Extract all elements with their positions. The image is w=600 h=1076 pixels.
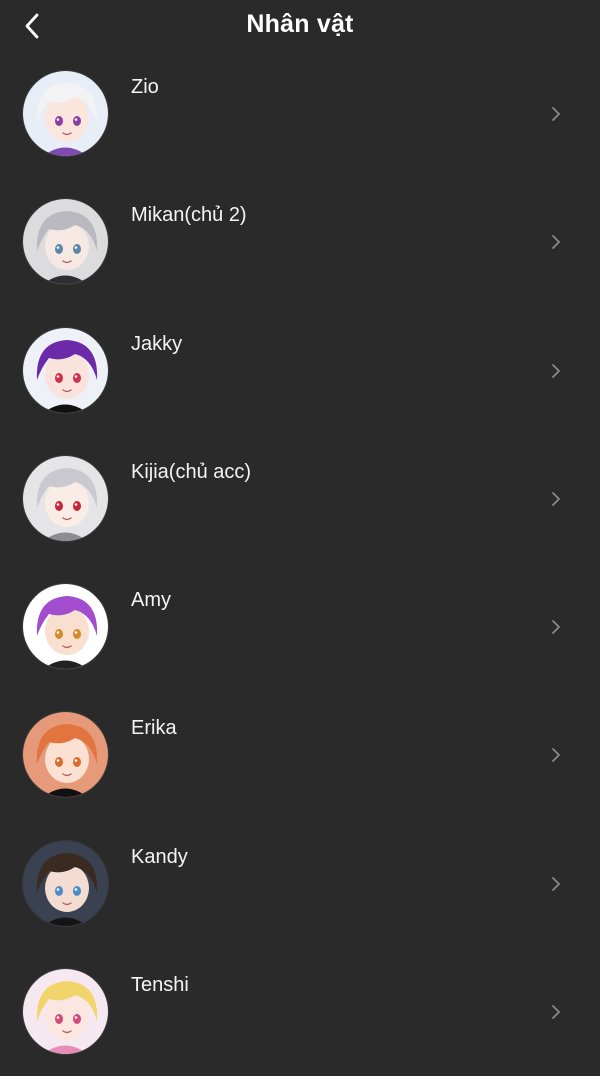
- chevron-right-icon: [549, 1004, 563, 1020]
- character-name: Amy: [131, 589, 171, 612]
- top-bar: Nhân vật: [0, 0, 600, 52]
- avatar: [23, 840, 108, 926]
- character-name: Erika: [131, 717, 177, 740]
- chevron-right-icon: [549, 747, 563, 763]
- character-row[interactable]: Tenshi: [0, 948, 600, 1076]
- chevron-right-icon: [549, 491, 563, 507]
- character-row[interactable]: Zio: [0, 50, 600, 178]
- avatar: [23, 712, 108, 798]
- character-row[interactable]: Erika: [0, 691, 600, 819]
- character-row[interactable]: Mikan(chủ 2): [0, 178, 600, 306]
- chevron-right-icon: [549, 363, 563, 379]
- character-name: Zio: [131, 76, 159, 98]
- page-title: Nhân vật: [246, 10, 354, 38]
- chevron-right-icon: [549, 234, 563, 250]
- character-name: Kijia(chủ acc): [131, 460, 252, 483]
- character-row[interactable]: Jakky: [0, 307, 600, 435]
- avatar: [23, 584, 108, 670]
- avatar: [23, 969, 108, 1055]
- character-name: Kandy: [131, 845, 188, 868]
- chevron-right-icon: [549, 876, 563, 892]
- avatar: [23, 455, 108, 541]
- character-row[interactable]: Kandy: [0, 820, 600, 948]
- chevron-right-icon: [549, 106, 563, 122]
- character-name: Jakky: [131, 332, 183, 355]
- character-row[interactable]: Kijia(chủ acc): [0, 435, 600, 563]
- character-name: Tenshi: [131, 974, 189, 997]
- chevron-right-icon: [549, 619, 563, 635]
- character-list: Zio Mikan(chủ 2) Jakky Kijia(chủ acc) Amy Eri…: [0, 50, 600, 1076]
- avatar: [23, 327, 108, 413]
- character-name: Mikan(chủ 2): [131, 204, 247, 227]
- avatar: [23, 199, 108, 285]
- character-row[interactable]: Amy: [0, 563, 600, 691]
- avatar: [23, 71, 108, 156]
